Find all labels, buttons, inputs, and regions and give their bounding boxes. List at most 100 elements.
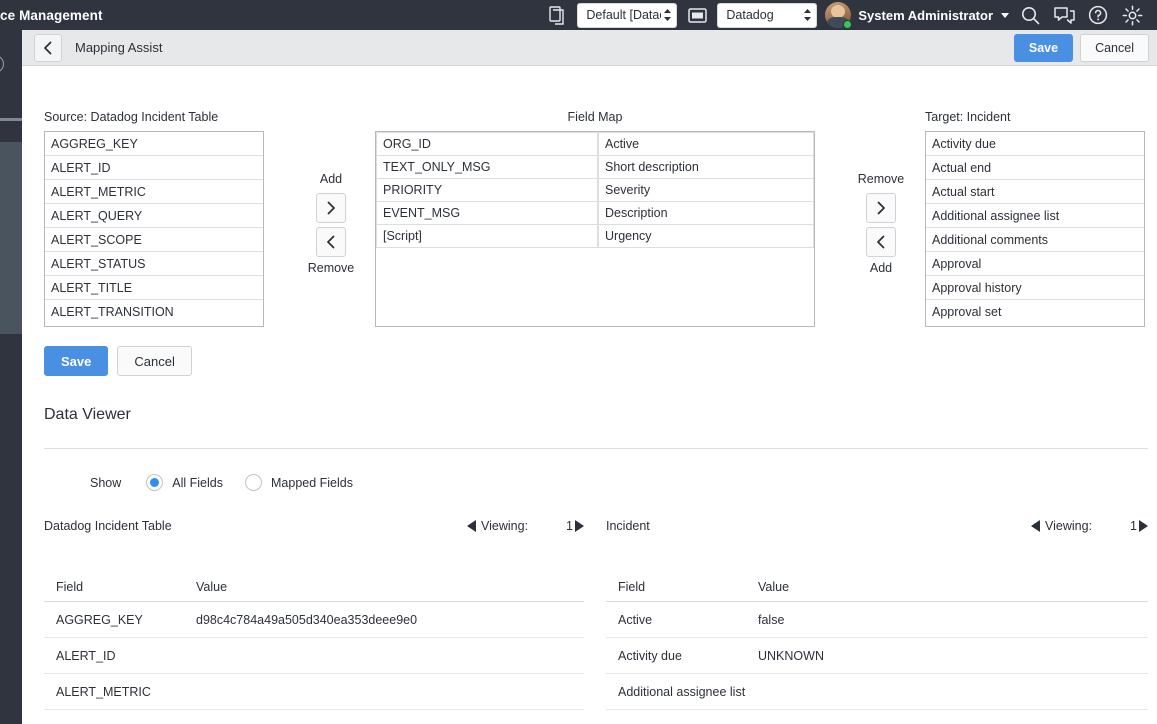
search-icon[interactable] bbox=[1013, 0, 1047, 30]
right-panel-name: Incident bbox=[606, 519, 650, 533]
table-row[interactable]: AGGREG_KEY d98c4c784a49a505d340ea353deee… bbox=[44, 602, 584, 638]
window-icon[interactable] bbox=[680, 0, 714, 30]
table-row[interactable]: ALERT_METRIC bbox=[44, 674, 584, 710]
triangle-right-icon[interactable] bbox=[1138, 520, 1148, 532]
subheader-actions: Save Cancel bbox=[1014, 34, 1149, 62]
left-page-number: 1 bbox=[566, 519, 573, 533]
cell-field: Active bbox=[606, 613, 758, 627]
radio-mapped-fields-control[interactable] bbox=[245, 474, 262, 491]
target-list-item[interactable]: Additional assignee list bbox=[926, 204, 1144, 228]
add-label: Add bbox=[850, 261, 912, 278]
target-list-item[interactable]: Actual start bbox=[926, 180, 1144, 204]
back-icon bbox=[42, 41, 54, 55]
copy-pages-icon[interactable] bbox=[540, 0, 574, 30]
top-navigation-bar: ce Management Default [Datac bbox=[0, 0, 1157, 30]
help-icon[interactable] bbox=[1081, 0, 1115, 30]
field-map-source-cell[interactable]: TEXT_ONLY_MSG bbox=[376, 155, 598, 179]
source-list[interactable]: AGGREG_KEY ALERT_ID ALERT_METRIC ALERT_Q… bbox=[44, 131, 264, 327]
field-map-source-column[interactable]: ORG_ID TEXT_ONLY_MSG PRIORITY EVENT_MSG … bbox=[376, 132, 598, 326]
connection-select[interactable]: Datadog bbox=[717, 3, 817, 28]
header-cancel-button[interactable]: Cancel bbox=[1080, 34, 1149, 62]
radio-all-fields[interactable]: All Fields bbox=[146, 474, 223, 491]
target-list[interactable]: Activity due Actual end Actual start Add… bbox=[925, 131, 1145, 327]
target-transfer-controls: Remove Add bbox=[850, 172, 912, 278]
source-list-item[interactable]: ALERT_STATUS bbox=[45, 252, 263, 276]
source-list-item[interactable]: ALERT_ID bbox=[45, 156, 263, 180]
source-list-item[interactable]: ALERT_TRANSITION bbox=[45, 300, 263, 324]
save-button[interactable]: Save bbox=[44, 346, 108, 376]
right-column-field: Field bbox=[606, 580, 758, 594]
connection-select-value: Datadog bbox=[726, 8, 801, 22]
left-panel-pager: Viewing: 1 bbox=[467, 519, 584, 533]
right-panel-header: Incident Viewing: 1 bbox=[606, 516, 1148, 536]
target-list-item[interactable]: Approval history bbox=[926, 276, 1144, 300]
add-field-button[interactable] bbox=[316, 193, 346, 223]
cell-value: UNKNOWN bbox=[758, 649, 1148, 663]
table-row[interactable]: ALERT_ID bbox=[44, 638, 584, 674]
rail-divider bbox=[0, 118, 22, 121]
left-column-field: Field bbox=[44, 580, 196, 594]
target-list-item[interactable]: Approval bbox=[926, 252, 1144, 276]
right-table-header: Field Value bbox=[606, 572, 1148, 602]
target-list-item[interactable]: Approval set bbox=[926, 300, 1144, 324]
field-map-target-cell[interactable]: Urgency bbox=[598, 224, 814, 248]
field-map-target-cell[interactable]: Short description bbox=[598, 155, 814, 179]
field-map-target-column[interactable]: Active Short description Severity Descri… bbox=[598, 132, 814, 326]
remove-field-button[interactable] bbox=[316, 227, 346, 257]
show-label: Show bbox=[90, 476, 121, 490]
field-map-source-cell[interactable]: ORG_ID bbox=[376, 132, 598, 156]
remove-target-button[interactable] bbox=[866, 193, 896, 223]
target-list-item[interactable]: Activity due bbox=[926, 132, 1144, 156]
header-save-button[interactable]: Save bbox=[1014, 34, 1073, 62]
source-list-item[interactable]: ALERT_SCOPE bbox=[45, 228, 263, 252]
source-transfer-controls: Add Remove bbox=[300, 172, 362, 278]
add-label: Add bbox=[300, 172, 362, 189]
left-navigation-rail[interactable] bbox=[0, 30, 22, 724]
source-list-item[interactable]: ALERT_TITLE bbox=[45, 276, 263, 300]
field-map-source-cell[interactable]: PRIORITY bbox=[376, 178, 598, 202]
field-map-target-cell[interactable]: Severity bbox=[598, 178, 814, 202]
chevron-right-icon bbox=[325, 201, 337, 215]
remove-label: Remove bbox=[300, 261, 362, 278]
add-target-button[interactable] bbox=[866, 227, 896, 257]
field-map-box: ORG_ID TEXT_ONLY_MSG PRIORITY EVENT_MSG … bbox=[375, 131, 815, 327]
right-panel-pager: Viewing: 1 bbox=[1031, 519, 1148, 533]
cell-field: AGGREG_KEY bbox=[44, 613, 196, 627]
chevron-left-icon bbox=[325, 235, 337, 249]
triangle-left-icon[interactable] bbox=[1031, 520, 1041, 532]
application-select[interactable]: Default [Datac bbox=[577, 3, 677, 28]
page-subheader: Mapping Assist Save Cancel bbox=[22, 30, 1157, 66]
field-map-target-cell[interactable]: Active bbox=[598, 132, 814, 156]
settings-gear-icon[interactable] bbox=[1115, 0, 1149, 30]
table-row[interactable]: Additional assignee list bbox=[606, 674, 1148, 710]
radio-all-fields-control[interactable] bbox=[146, 474, 163, 491]
source-list-item[interactable]: ALERT_QUERY bbox=[45, 204, 263, 228]
table-row[interactable]: Active false bbox=[606, 602, 1148, 638]
radio-all-fields-label: All Fields bbox=[172, 476, 223, 490]
spinner-arrows-icon bbox=[803, 8, 812, 22]
target-list-item[interactable]: Actual end bbox=[926, 156, 1144, 180]
triangle-left-icon[interactable] bbox=[467, 520, 477, 532]
table-row[interactable]: Activity due UNKNOWN bbox=[606, 638, 1148, 674]
radio-mapped-fields[interactable]: Mapped Fields bbox=[245, 474, 353, 491]
application-select-value: Default [Datac bbox=[586, 8, 661, 22]
cell-field: Additional assignee list bbox=[606, 685, 758, 699]
cell-field: Activity due bbox=[606, 649, 758, 663]
chevron-down-icon[interactable] bbox=[1001, 13, 1009, 18]
field-map-target-cell[interactable]: Description bbox=[598, 201, 814, 225]
back-button[interactable] bbox=[34, 34, 62, 62]
rail-scrollbar-thumb[interactable] bbox=[0, 142, 22, 334]
field-map-source-cell[interactable]: [Script] bbox=[376, 224, 598, 248]
chevron-left-icon bbox=[875, 235, 887, 249]
avatar[interactable] bbox=[825, 2, 851, 28]
field-map-source-cell[interactable]: EVENT_MSG bbox=[376, 201, 598, 225]
cancel-button[interactable]: Cancel bbox=[117, 346, 191, 376]
user-name-label[interactable]: System Administrator bbox=[858, 8, 993, 23]
source-list-item[interactable]: ALERT_METRIC bbox=[45, 180, 263, 204]
right-page-number: 1 bbox=[1130, 519, 1137, 533]
triangle-right-icon[interactable] bbox=[574, 520, 584, 532]
conversations-icon[interactable] bbox=[1047, 0, 1081, 30]
source-list-item[interactable]: AGGREG_KEY bbox=[45, 132, 263, 156]
left-panel-name: Datadog Incident Table bbox=[44, 519, 172, 533]
target-list-item[interactable]: Additional comments bbox=[926, 228, 1144, 252]
